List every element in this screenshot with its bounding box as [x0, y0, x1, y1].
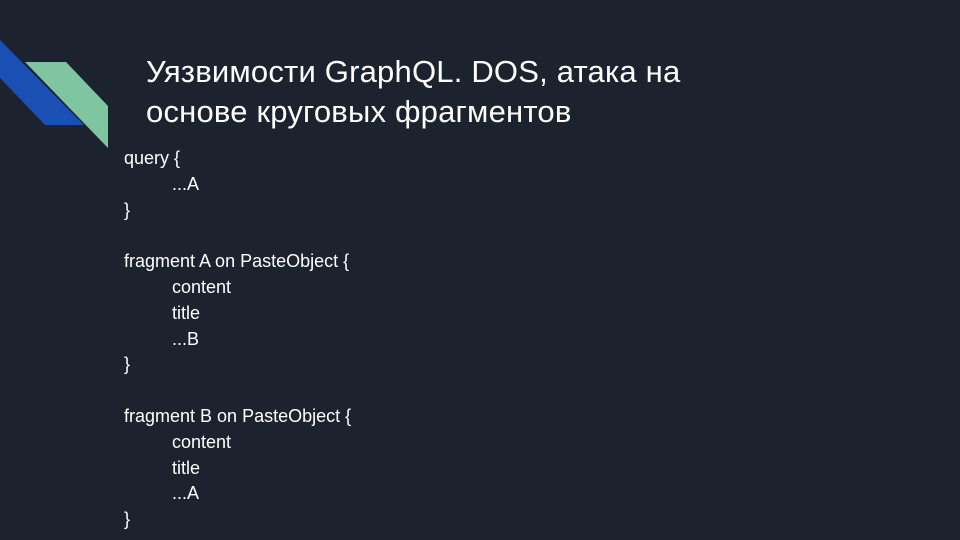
corner-accent-decoration	[0, 40, 108, 148]
code-line: query {	[124, 148, 181, 168]
slide: Уязвимости GraphQL. DOS, атака на основе…	[0, 0, 960, 540]
code-line: fragment B on PasteObject {	[124, 405, 352, 426]
code-line: ...A	[172, 483, 200, 504]
code-line: fragment A on PasteObject {	[124, 251, 350, 272]
code-block: query { ...A } fragment A on PasteObject…	[124, 146, 351, 533]
slide-title: Уязвимости GraphQL. DOS, атака на основе…	[146, 52, 926, 132]
slide-title-line-1: Уязвимости GraphQL. DOS, атака на	[146, 54, 681, 89]
code-line: }	[124, 199, 131, 220]
code-line: ...A	[172, 173, 200, 194]
code-line: }	[124, 509, 131, 530]
code-line: title	[172, 302, 201, 323]
code-line: content	[172, 431, 232, 452]
code-line: content	[172, 276, 232, 297]
code-line: }	[124, 354, 131, 375]
slide-title-line-2: основе круговых фрагментов	[146, 94, 572, 129]
code-line: title	[172, 457, 201, 478]
code-line: ...B	[172, 328, 200, 349]
